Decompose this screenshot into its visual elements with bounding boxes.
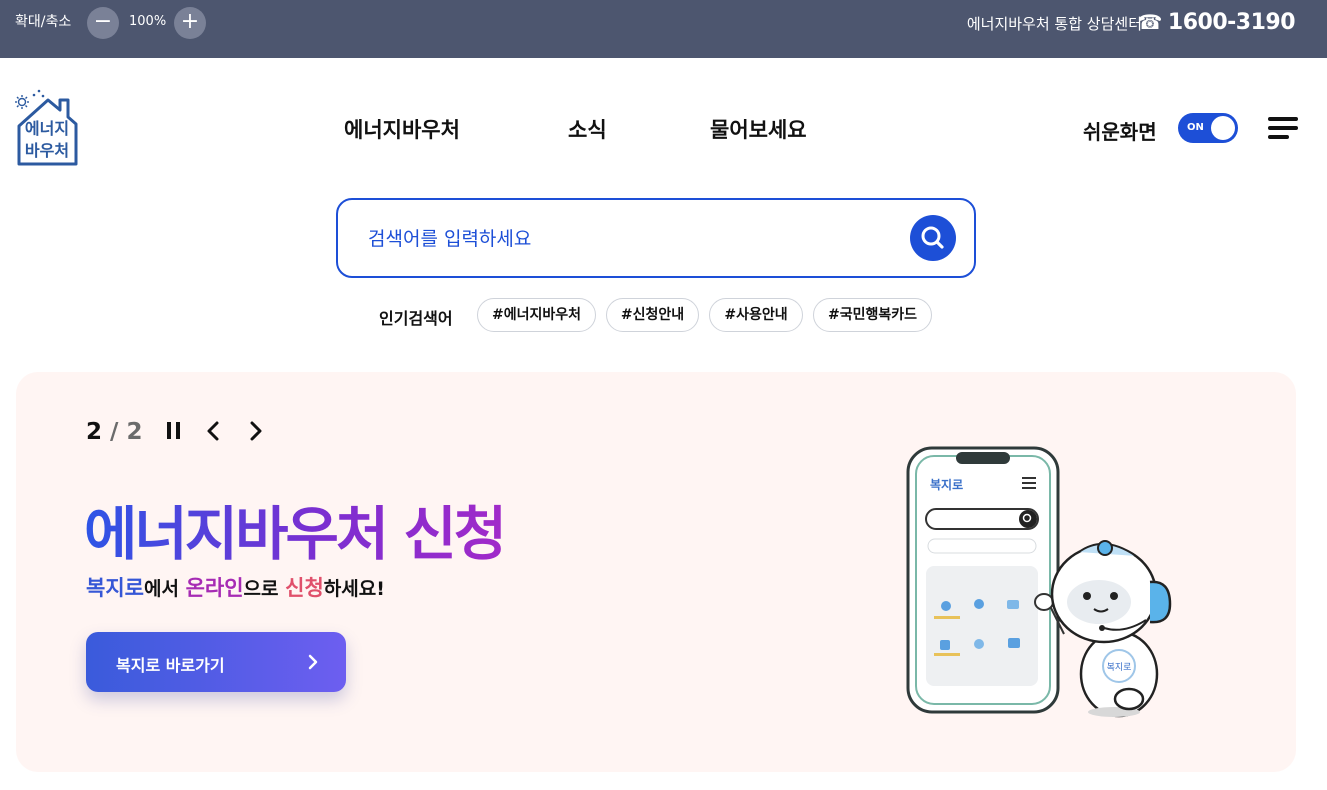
- phone-mascot-illustration: 복지로 복지로: [906, 446, 1172, 718]
- chevron-left-icon[interactable]: [202, 418, 226, 444]
- popular-tag[interactable]: #사용안내: [709, 298, 803, 332]
- phone-icon: ☎: [1137, 10, 1162, 34]
- popular-tag[interactable]: #에너지바우처: [477, 298, 596, 332]
- nav-news[interactable]: 소식: [568, 114, 607, 144]
- nav-energy-voucher[interactable]: 에너지바우처: [344, 114, 460, 144]
- nav-faq[interactable]: 물어보세요: [710, 114, 807, 144]
- chevron-right-icon[interactable]: [244, 418, 268, 444]
- popular-search-label: 인기검색어: [379, 309, 453, 328]
- hotline-number: 1600-3190: [1167, 10, 1296, 35]
- slide-separator: /: [110, 419, 119, 445]
- subtitle-bokjiro: 복지로: [86, 576, 144, 600]
- search-icon: [921, 226, 944, 249]
- subtitle-text: 에서: [143, 578, 179, 600]
- toggle-knob: [1211, 116, 1235, 140]
- slide-counter: 2 / 2: [86, 419, 142, 445]
- search-input[interactable]: [368, 222, 888, 256]
- zoom-label: 확대/축소: [15, 14, 72, 30]
- search-box: [336, 198, 976, 278]
- zoom-in-button[interactable]: +: [174, 7, 206, 39]
- slide-total: 2: [126, 419, 143, 445]
- subtitle-text: 으로: [243, 578, 279, 600]
- popular-tag[interactable]: #국민행복카드: [813, 298, 932, 332]
- hero-banner: 2 / 2 에너지바우처 신청 복지로에서 온라인으로 신청하세요! 복지로 바…: [16, 372, 1296, 772]
- search-button[interactable]: [910, 215, 956, 261]
- zoom-value: 100%: [129, 14, 167, 29]
- site-logo[interactable]: 에너지 바우처: [14, 88, 80, 168]
- hotline-phone[interactable]: ☎ 1600-3190: [1137, 10, 1295, 35]
- hotline-label: 에너지바우처 통합 상담센터: [966, 15, 1142, 33]
- logo-text-bottom: 바우처: [25, 141, 69, 160]
- house-logo-icon: 에너지 바우처: [15, 89, 78, 166]
- phone-menu-icon: [1022, 477, 1036, 489]
- pause-icon[interactable]: [163, 418, 187, 444]
- bokjiro-link-button[interactable]: 복지로 바로가기: [86, 632, 346, 692]
- subtitle-text: 하세요!: [323, 578, 385, 600]
- chevron-right-icon: [308, 654, 318, 670]
- zoom-out-button[interactable]: −: [87, 7, 119, 39]
- popular-tag[interactable]: #신청안내: [606, 298, 699, 332]
- logo-text-top: 에너지: [25, 119, 69, 138]
- subtitle-apply: 신청: [285, 576, 324, 600]
- banner-subtitle: 복지로에서 온라인으로 신청하세요!: [86, 572, 385, 602]
- phone-app-name: 복지로: [930, 477, 963, 492]
- mascot-badge-text: 복지로: [1107, 662, 1132, 673]
- easy-mode-label: 쉬운화면: [1083, 120, 1157, 144]
- slide-current: 2: [86, 419, 103, 445]
- banner-title: 에너지바우처 신청: [84, 487, 507, 571]
- top-utility-bar: 확대/축소 − 100% + 에너지바우처 통합 상담센터 ☎ 1600-3190: [0, 0, 1327, 58]
- hamburger-menu-icon[interactable]: [1268, 117, 1298, 141]
- cta-label: 복지로 바로가기: [116, 656, 225, 675]
- easy-mode-toggle[interactable]: ON: [1178, 113, 1238, 143]
- toggle-state-text: ON: [1187, 122, 1204, 133]
- subtitle-online: 온라인: [185, 576, 244, 600]
